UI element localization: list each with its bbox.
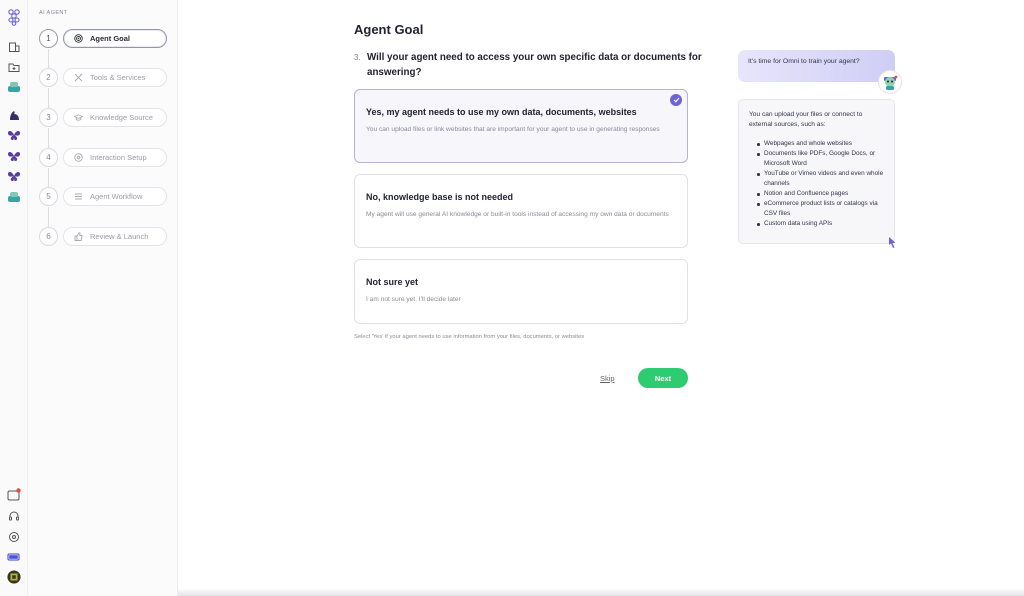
list-item: eCommerce product lists or catalogs via … xyxy=(749,199,884,219)
list-icon xyxy=(74,192,83,201)
target-icon xyxy=(74,34,83,43)
step-pill[interactable]: Tools & Services xyxy=(63,68,167,87)
chat-settings-icon xyxy=(74,153,83,162)
step-tools-services[interactable]: 2 Tools & Services xyxy=(39,68,169,88)
folder-plus-icon[interactable] xyxy=(7,60,21,74)
step-label: Agent Goal xyxy=(90,34,131,43)
question-text: Will your agent need to access your own … xyxy=(367,52,702,78)
check-icon xyxy=(670,94,682,106)
main-content: Agent Goal 3. Will your agent need to ac… xyxy=(178,0,1024,596)
steps-panel: AI AGENT 1 Agent Goal 2 Tools & Services… xyxy=(28,0,178,596)
step-knowledge-source[interactable]: 3 Knowledge Source xyxy=(39,108,169,128)
step-number: 5 xyxy=(39,187,58,206)
step-number: 4 xyxy=(39,148,58,167)
tips-intro: You can upload your files or connect to … xyxy=(749,111,863,128)
option-description: My agent will use general AI knowledge o… xyxy=(366,211,669,218)
robot-icon xyxy=(884,75,898,90)
steps-kicker: AI AGENT xyxy=(39,10,68,16)
step-number: 1 xyxy=(39,29,58,48)
question-number: 3. xyxy=(354,53,361,62)
skip-link[interactable]: Skip xyxy=(600,374,615,383)
option-no[interactable]: No, knowledge base is not needed My agen… xyxy=(354,174,688,248)
tips-box: You can upload your files or connect to … xyxy=(738,99,895,244)
building-icon[interactable] xyxy=(7,40,21,54)
step-connector xyxy=(48,207,49,228)
butterfly-icon[interactable] xyxy=(7,149,21,163)
option-description: You can upload files or link websites th… xyxy=(366,126,660,133)
list-item: YouTube or Vimeo videos and even whole c… xyxy=(749,169,884,189)
list-item: Notion and Confluence pages xyxy=(749,189,884,199)
step-pill[interactable]: Agent Goal xyxy=(63,29,167,48)
option-yes[interactable]: Yes, my agent needs to use my own data, … xyxy=(354,89,688,163)
step-label: Interaction Setup xyxy=(90,153,147,162)
assistant-avatar xyxy=(878,70,902,94)
step-pill[interactable]: Agent Workflow xyxy=(63,187,167,206)
butterfly-icon[interactable] xyxy=(7,169,21,183)
next-button[interactable]: Next xyxy=(638,368,688,388)
pointer-icon xyxy=(886,236,898,250)
step-agent-workflow[interactable]: 5 Agent Workflow xyxy=(39,187,169,207)
option-title: No, knowledge base is not needed xyxy=(366,192,514,202)
step-number: 3 xyxy=(39,108,58,127)
bottom-shadow xyxy=(178,588,1024,596)
hint-text: Select 'Yes' if your agent needs to use … xyxy=(354,334,585,340)
step-connector xyxy=(48,168,49,188)
thumbs-up-icon xyxy=(74,232,83,241)
avatar-icon[interactable] xyxy=(7,569,21,585)
step-interaction-setup[interactable]: 4 Interaction Setup xyxy=(39,148,169,168)
tools-icon xyxy=(74,73,83,82)
step-label: Knowledge Source xyxy=(90,113,153,122)
step-connector xyxy=(48,128,49,148)
inbox-icon[interactable] xyxy=(7,487,21,501)
option-description: I am not sure yet. I'll decide later xyxy=(366,296,461,303)
butterfly-icon[interactable] xyxy=(7,128,21,142)
step-pill[interactable]: Knowledge Source xyxy=(63,108,167,127)
step-pill[interactable]: Interaction Setup xyxy=(63,148,167,167)
step-label: Agent Workflow xyxy=(90,192,143,201)
step-label: Tools & Services xyxy=(90,73,146,82)
step-agent-goal[interactable]: 1 Agent Goal xyxy=(39,29,169,49)
muscle-icon[interactable] xyxy=(7,108,21,122)
step-connector xyxy=(48,88,49,108)
step-connector xyxy=(48,49,49,69)
bot-icon[interactable] xyxy=(7,80,21,94)
list-item: Webpages and whole websites xyxy=(749,139,884,149)
page-title: Agent Goal xyxy=(354,22,424,37)
option-not-sure[interactable]: Not sure yet I am not sure yet. I'll dec… xyxy=(354,259,688,324)
step-number: 6 xyxy=(39,227,58,246)
settings-icon[interactable] xyxy=(7,530,21,544)
step-pill[interactable]: Review & Launch xyxy=(63,227,167,246)
option-title: Yes, my agent needs to use my own data, … xyxy=(366,107,637,117)
step-review-launch[interactable]: 6 Review & Launch xyxy=(39,227,169,247)
logo-icon[interactable] xyxy=(7,8,21,26)
battery-icon xyxy=(7,550,21,564)
tips-list: Webpages and whole websites Documents li… xyxy=(749,139,884,229)
option-title: Not sure yet xyxy=(366,277,419,287)
headset-icon[interactable] xyxy=(7,509,21,523)
step-number: 2 xyxy=(39,68,58,87)
bot-icon[interactable] xyxy=(7,190,21,204)
list-item: Custom data using APIs xyxy=(749,219,884,229)
step-label: Review & Launch xyxy=(90,232,149,241)
assistant-bubble: It's time for Omni to train your agent? xyxy=(738,50,895,82)
app-icon-rail xyxy=(0,0,28,596)
graduation-cap-icon xyxy=(74,113,83,122)
list-item: Documents like PDFs, Google Docs, or Mic… xyxy=(749,149,884,169)
